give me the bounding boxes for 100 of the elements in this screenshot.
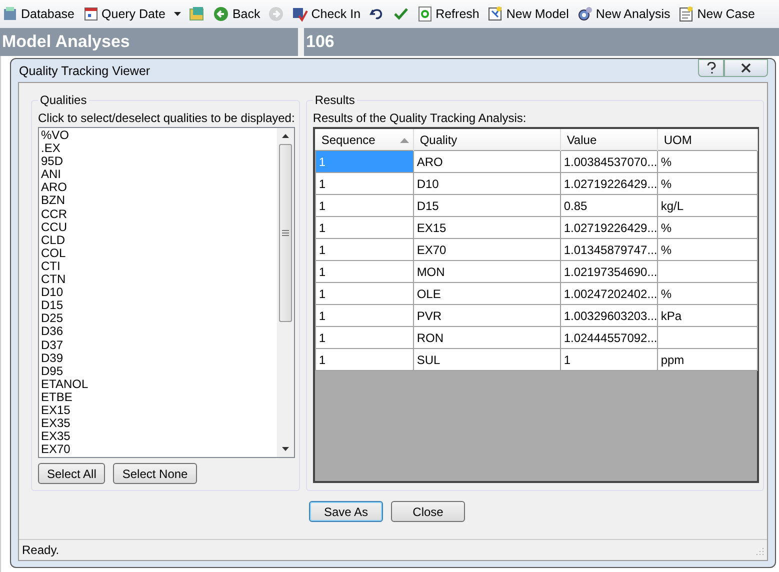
qualities-list[interactable]: %VO .EX 95D ANI ARO BZN CCR CCU CLD COL CTI CTN D10 D15 D25 D36 D37 D39 D95 ETANOL ETBE EX15 EX35 EX35 EX70 <box>38 127 295 458</box>
table-cell[interactable]: ARO <box>413 150 560 172</box>
list-item[interactable]: CCR <box>41 208 275 221</box>
dialog-title: Quality Tracking Viewer <box>18 64 150 78</box>
column-header[interactable]: Quality <box>413 129 560 150</box>
sort-icon <box>400 138 409 142</box>
table-cell[interactable]: EX70 <box>413 238 560 260</box>
table-cell[interactable]: % <box>657 150 758 172</box>
table-cell[interactable]: 1 <box>315 260 414 282</box>
table-cell[interactable]: 0.85 <box>560 194 658 216</box>
table-cell[interactable]: MON <box>413 260 560 282</box>
group-title: Qualities <box>39 93 88 107</box>
dialog-button[interactable]: Save As <box>309 501 383 522</box>
table-cell[interactable]: 1.02719226429... <box>560 172 658 194</box>
list-item[interactable]: D15 <box>41 299 275 312</box>
column-header[interactable]: UOM <box>657 129 758 150</box>
table-cell[interactable]: 1 <box>315 304 414 326</box>
close-icon <box>741 63 751 73</box>
table-cell[interactable]: D10 <box>413 172 560 194</box>
list-item[interactable]: CCU <box>41 220 275 234</box>
table-cell[interactable]: % <box>657 238 758 260</box>
list-item[interactable]: EX70 <box>41 443 275 456</box>
table-cell[interactable]: 1.02197354690... <box>560 260 658 282</box>
list-item[interactable]: EX35 <box>41 417 275 430</box>
list-item[interactable]: D36 <box>41 325 275 338</box>
list-item[interactable]: 95D <box>41 155 275 168</box>
refresh-icon <box>416 6 433 22</box>
table-cell[interactable]: SUL <box>413 348 560 370</box>
list-item[interactable]: ARO <box>41 181 275 194</box>
group-title: Results <box>314 93 356 107</box>
list-item[interactable]: D39 <box>41 352 275 365</box>
table-cell[interactable]: 1.00247202402... <box>560 282 658 304</box>
list-item[interactable]: EX35 <box>41 430 275 444</box>
table-cell[interactable]: D15 <box>413 194 560 216</box>
table-cell[interactable]: EX15 <box>413 216 560 238</box>
dialog-button[interactable]: Close <box>391 501 465 522</box>
table-cell[interactable]: 1.00384537070... <box>560 150 658 172</box>
table-cell[interactable]: 1 <box>315 326 414 348</box>
table-cell[interactable]: kg/L <box>657 194 758 216</box>
table-cell[interactable] <box>657 326 758 348</box>
help-button[interactable] <box>698 59 724 77</box>
select-button[interactable]: Select None <box>113 463 197 484</box>
select-button[interactable]: Select All <box>38 463 106 484</box>
list-item[interactable]: BZN <box>41 194 275 208</box>
table-cell[interactable] <box>657 260 758 282</box>
checkmark-icon <box>392 6 409 22</box>
list-item[interactable]: CTI <box>41 260 275 274</box>
table-cell[interactable]: RON <box>413 326 560 348</box>
table-cell[interactable]: 1.00329603203... <box>560 304 658 326</box>
table-cell[interactable]: 1 <box>315 282 414 304</box>
table-cell[interactable]: OLE <box>413 282 560 304</box>
check-in-icon <box>292 6 308 22</box>
table-cell[interactable]: 1 <box>315 238 414 260</box>
table-cell[interactable]: % <box>657 216 758 238</box>
grip-icon <box>282 230 289 236</box>
list-item[interactable]: D95 <box>41 364 275 378</box>
table-cell[interactable]: ppm <box>657 348 758 370</box>
resize-grip-icon[interactable] <box>754 545 764 555</box>
toolbar-button[interactable]: Refresh <box>414 5 482 23</box>
table-cell[interactable]: 1 <box>560 348 658 370</box>
list-item[interactable]: CLD <box>41 234 275 247</box>
list-item[interactable]: ETANOL <box>41 378 275 391</box>
table-cell[interactable]: kPa <box>657 304 758 326</box>
column-header[interactable]: Value <box>560 129 658 150</box>
table-cell[interactable]: 1 <box>315 172 414 194</box>
table-cell[interactable]: 1.02444557092... <box>560 326 658 348</box>
table-cell[interactable]: 1 <box>315 348 414 370</box>
list-item[interactable]: D25 <box>41 312 275 326</box>
list-item[interactable]: ETBE <box>41 390 275 404</box>
table-cell[interactable]: 1 <box>315 194 414 216</box>
undo-icon <box>368 6 385 22</box>
toolbar-dropdown[interactable]: Query Date <box>80 5 184 23</box>
list-item[interactable]: ANI <box>41 168 275 182</box>
close-button[interactable] <box>724 59 768 77</box>
toolbar-button[interactable]: Back <box>211 5 262 23</box>
list-item[interactable]: EX15 <box>41 404 275 418</box>
list-item[interactable]: %VO <box>41 129 275 142</box>
table-cell[interactable]: 1.01345879747... <box>560 238 658 260</box>
toolbar-button[interactable]: Check In <box>290 5 363 23</box>
table-cell[interactable]: PVR <box>413 304 560 326</box>
caret-icon <box>174 12 182 16</box>
table-cell[interactable]: 1 <box>315 216 414 238</box>
table-cell[interactable]: 1.02719226429... <box>560 216 658 238</box>
scrollbar[interactable] <box>276 128 294 457</box>
scroll-down-icon[interactable] <box>282 447 289 451</box>
scroll-up-icon[interactable] <box>282 134 289 138</box>
toolbar-button[interactable]: New Case <box>676 5 757 23</box>
toolbar-button[interactable]: New Analysis <box>574 5 672 23</box>
toolbar-button[interactable]: New Model <box>485 5 571 23</box>
table-cell[interactable]: % <box>657 282 758 304</box>
question-mark-icon <box>706 62 716 74</box>
list-item[interactable]: CTN <box>41 273 275 286</box>
list-item[interactable]: D10 <box>41 286 275 300</box>
list-item[interactable]: D37 <box>41 338 275 352</box>
column-header[interactable]: Sequence <box>315 129 414 150</box>
list-item[interactable]: .EX <box>41 142 275 156</box>
status-text: Ready. <box>22 543 60 557</box>
toolbar-button[interactable]: Database <box>0 5 77 23</box>
list-item[interactable]: COL <box>41 246 275 260</box>
table-cell[interactable]: % <box>657 172 758 194</box>
